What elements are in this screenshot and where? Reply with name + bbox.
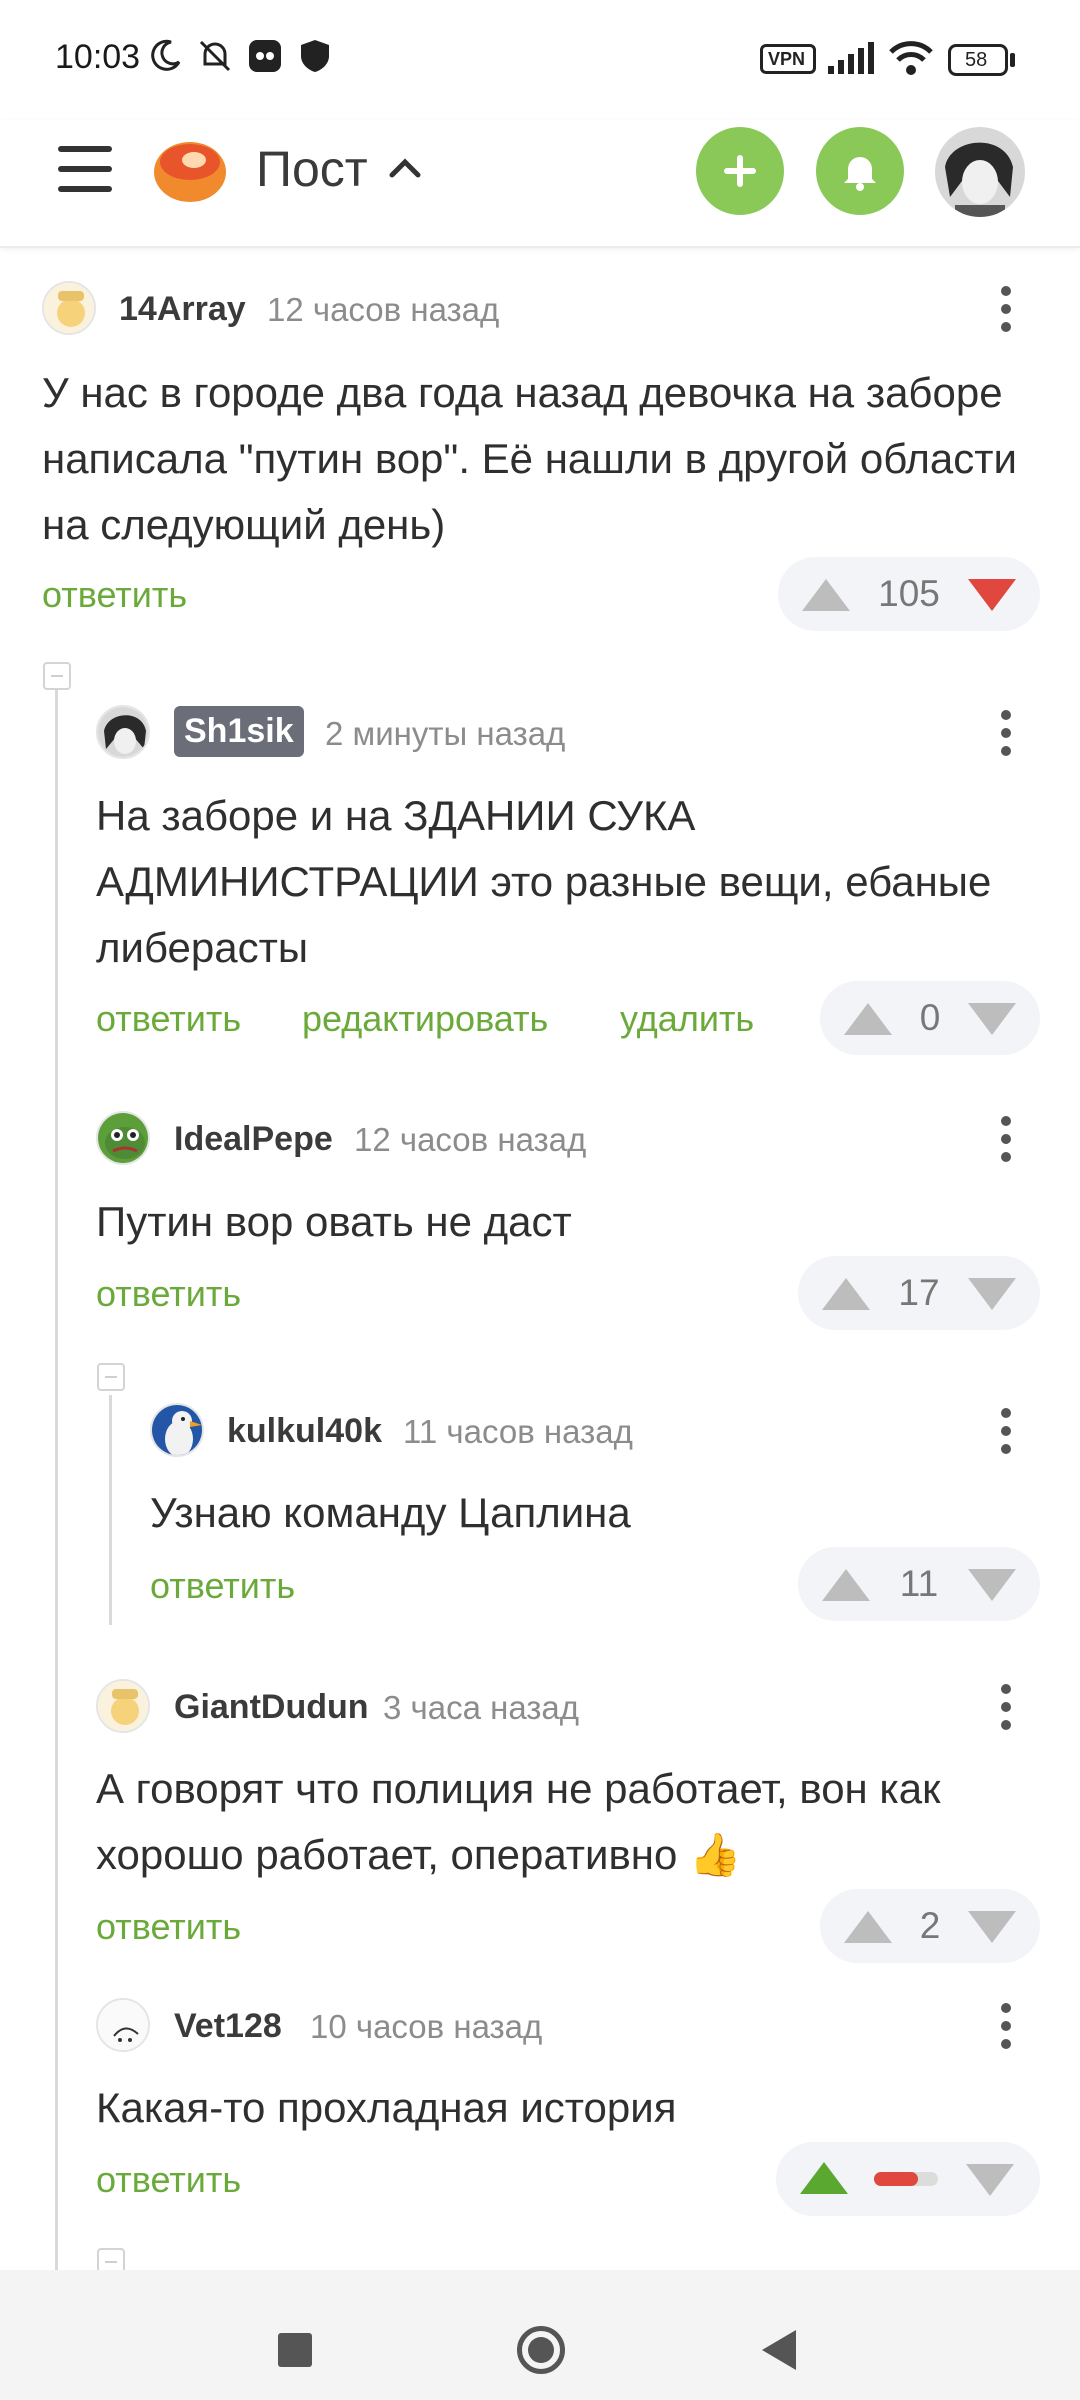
vpn-badge: VPN: [760, 44, 816, 74]
downvote-button[interactable]: [968, 1278, 1016, 1310]
more-options-icon[interactable]: [1000, 709, 1012, 757]
downvote-button[interactable]: [966, 2164, 1014, 2196]
vote-widget: 0: [820, 981, 1040, 1055]
avatar[interactable]: [96, 705, 150, 759]
reply-link[interactable]: ответить: [96, 1906, 241, 1948]
rating-bar: [874, 2172, 938, 2186]
upvote-button[interactable]: [800, 2162, 848, 2194]
collapse-thread-button[interactable]: [43, 662, 71, 690]
comment-text: У нас в городе два года назад девочка на…: [42, 369, 1017, 548]
app-icon: [249, 40, 281, 72]
comment-time: 11 часов назад: [403, 1413, 633, 1450]
reply-link[interactable]: ответить: [96, 1273, 241, 1315]
reply-link[interactable]: ответить: [42, 574, 187, 616]
status-time: 10:03: [55, 38, 141, 76]
comment-time: 3 часа назад: [383, 1689, 580, 1726]
avatar[interactable]: [96, 1679, 150, 1733]
shield-icon: [301, 40, 329, 72]
notifications-button[interactable]: [816, 127, 904, 215]
more-options-icon[interactable]: [1000, 1115, 1012, 1163]
comment-time: 12 часов назад: [354, 1121, 587, 1158]
status-bar: 10:03 VPN 58: [0, 0, 1080, 120]
bell-off-icon: [199, 40, 231, 72]
vote-widget: 17: [798, 1256, 1040, 1330]
comment-text: А говорят что полиция не работает, вон к…: [96, 1765, 941, 1878]
vote-widget: [776, 2142, 1040, 2216]
comment-text: Путин вор овать не даст: [96, 1198, 572, 1245]
downvote-button[interactable]: [968, 579, 1016, 611]
signal-icon: [828, 42, 874, 74]
comment-text: На заборе и на ЗДАНИИ СУКА АДМИНИСТРАЦИИ…: [96, 792, 992, 971]
moon-icon: [151, 39, 181, 71]
page-title[interactable]: Пост: [256, 140, 368, 198]
thread-line: [55, 690, 58, 2270]
comment-author[interactable]: Vet128: [174, 2007, 282, 2046]
home-button[interactable]: [517, 2326, 565, 2374]
avatar[interactable]: [96, 1111, 150, 1165]
downvote-button[interactable]: [968, 1569, 1016, 1601]
comment-author[interactable]: 14Array: [119, 290, 246, 329]
comment-time: 2 минуты назад: [325, 715, 566, 752]
thread-line: [109, 1395, 112, 1625]
comment-author[interactable]: GiantDudun: [174, 1688, 369, 1727]
comment-text: Узнаю команду Цаплина: [150, 1489, 631, 1536]
avatar[interactable]: [42, 281, 96, 335]
avatar[interactable]: [96, 1998, 150, 2052]
add-post-button[interactable]: [696, 127, 784, 215]
reply-link[interactable]: ответить: [150, 1565, 295, 1607]
bell-icon: [844, 157, 876, 191]
vote-widget: 11: [798, 1547, 1040, 1621]
more-options-icon[interactable]: [1000, 2002, 1012, 2050]
collapse-thread-button[interactable]: [97, 1363, 125, 1391]
downvote-button[interactable]: [968, 1911, 1016, 1943]
user-avatar[interactable]: [935, 127, 1025, 217]
back-button[interactable]: [762, 2330, 796, 2370]
battery-icon: 58: [948, 44, 1008, 76]
avatar[interactable]: [150, 1403, 204, 1457]
chevron-up-icon[interactable]: [388, 155, 422, 179]
comment-author[interactable]: IdealPepe: [174, 1120, 333, 1159]
comment-author[interactable]: kulkul40k: [227, 1412, 382, 1451]
comment-author[interactable]: Sh1sik: [174, 706, 304, 757]
more-options-icon[interactable]: [1000, 1407, 1012, 1455]
system-nav-bar: [0, 2270, 1080, 2400]
pikabu-logo-icon[interactable]: [150, 130, 230, 206]
delete-link[interactable]: удалить: [620, 998, 754, 1040]
vote-widget: 2: [820, 1889, 1040, 1963]
more-options-icon[interactable]: [1000, 1683, 1012, 1731]
reply-link[interactable]: ответить: [96, 2159, 241, 2201]
comment-time: 12 часов назад: [267, 291, 500, 328]
reply-link[interactable]: ответить: [96, 998, 241, 1040]
edit-link[interactable]: редактировать: [302, 998, 548, 1040]
plus-icon: [724, 155, 756, 187]
comment-time: 10 часов назад: [310, 2008, 543, 2045]
more-options-icon[interactable]: [1000, 285, 1012, 333]
recents-button[interactable]: [278, 2333, 312, 2367]
hamburger-icon[interactable]: [58, 144, 112, 194]
downvote-button[interactable]: [968, 1003, 1016, 1035]
vote-widget: 105: [778, 557, 1040, 631]
comment-text: Какая-то прохладная история: [96, 2084, 677, 2131]
wifi-icon: [889, 41, 933, 75]
